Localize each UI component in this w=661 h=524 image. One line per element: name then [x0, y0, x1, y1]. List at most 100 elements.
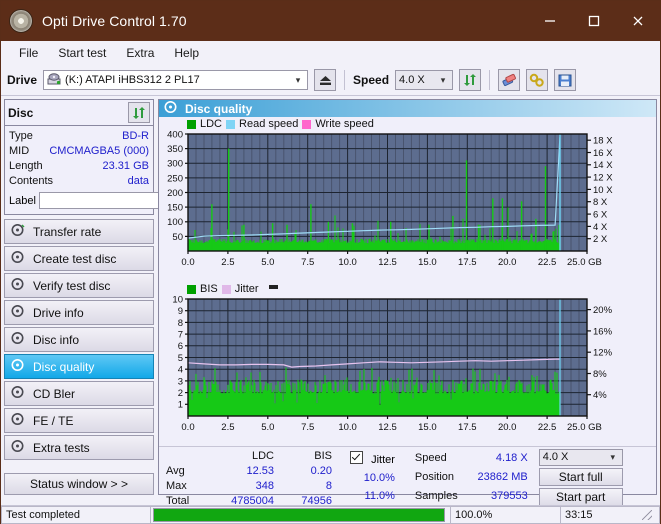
svg-text:10 X: 10 X: [593, 185, 613, 196]
table-row: Avg 12.53 0.20: [163, 464, 335, 479]
disc-test-icon: [11, 412, 25, 429]
svg-text:0.0: 0.0: [181, 257, 194, 268]
stats-header-row: LDC BIS: [163, 449, 335, 464]
legend-marker: [269, 285, 278, 289]
menu-bar: File Start test Extra Help: [1, 41, 660, 65]
sidebar-item-disc-info[interactable]: Disc info: [4, 327, 154, 352]
sidebar-item-label: FE / TE: [33, 414, 73, 428]
disc-row-mid-key: MID: [9, 144, 29, 158]
table-row: Max 348 8: [163, 479, 335, 494]
position-stat-value: 23862 MB: [461, 468, 531, 487]
disc-info-title: Disc: [8, 106, 33, 120]
tools-button[interactable]: [526, 69, 548, 91]
table-row: Samples 379553: [412, 487, 531, 506]
application-window: Opti Drive Control 1.70 File Start test …: [0, 0, 661, 524]
speed-select[interactable]: 4.0 X ▾: [395, 70, 453, 90]
test-speed-select[interactable]: 4.0 X ▾: [539, 449, 623, 466]
progress-percent: 100.0%: [451, 506, 561, 524]
position-stat-label: Position: [412, 468, 461, 487]
sidebar-item-drive-info[interactable]: Drive info: [4, 300, 154, 325]
jitter-max-value: 11.0%: [347, 488, 398, 506]
sidebar-item-label: Disc info: [33, 333, 79, 347]
svg-text:2: 2: [178, 388, 183, 399]
stats-row-max-label: Max: [163, 479, 209, 494]
status-window-button[interactable]: Status window > >: [4, 473, 154, 495]
drive-select[interactable]: (K:) ATAPI iHBS312 2 PL17 ▾: [43, 70, 308, 90]
sidebar-item-disc-quality[interactable]: Disc quality: [4, 354, 154, 379]
legend-swatch-ldc: [187, 120, 196, 129]
erase-button[interactable]: [498, 69, 520, 91]
jitter-checkbox-label: Jitter: [371, 454, 395, 466]
sidebar-item-extra-tests[interactable]: Extra tests: [4, 435, 154, 460]
chevron-down-icon: ▾: [291, 75, 305, 86]
disc-row-type-key: Type: [9, 129, 33, 143]
sidebar-item-transfer-rate[interactable]: Transfer rate: [4, 219, 154, 244]
svg-text:10: 10: [172, 294, 183, 305]
disc-row-length-key: Length: [9, 159, 43, 173]
menu-item-help[interactable]: Help: [164, 43, 209, 63]
disc-test-icon: [11, 223, 25, 240]
disc-row-mid: MID CMCMAGBA5 (000): [9, 144, 149, 158]
sidebar-item-fe-te[interactable]: FE / TE: [4, 408, 154, 433]
save-button[interactable]: [554, 69, 576, 91]
svg-text:22.5: 22.5: [538, 422, 557, 433]
sidebar-item-label: Disc quality: [33, 360, 94, 374]
start-part-button[interactable]: Start part: [539, 488, 623, 506]
elapsed-time: 33:15: [561, 506, 660, 524]
minimize-button[interactable]: [528, 1, 572, 41]
disc-row-mid-value: CMCMAGBA5 (000): [49, 144, 149, 158]
sidebar-item-label: Drive info: [33, 306, 84, 320]
disc-info-box: Disc Type BD-R MID CMCM: [4, 99, 154, 215]
menu-item-extra[interactable]: Extra: [116, 43, 164, 63]
panel-title: Disc quality: [185, 102, 252, 116]
eject-button[interactable]: [314, 69, 336, 91]
jitter-checkbox[interactable]: [350, 451, 363, 464]
jitter-header-row: Jitter: [347, 449, 398, 470]
start-full-button[interactable]: Start full: [539, 468, 623, 486]
disc-info-rows: Type BD-R MID CMCMAGBA5 (000) Length 23.…: [5, 126, 153, 214]
resize-grip-icon[interactable]: [642, 510, 652, 520]
svg-text:9: 9: [178, 306, 183, 317]
run-info-table: Speed 4.18 X Position 23862 MB Samples 3…: [412, 449, 531, 506]
progress-bar-fill: [154, 509, 444, 521]
sidebar-item-label: Transfer rate: [33, 225, 101, 239]
svg-text:10.0: 10.0: [338, 257, 357, 268]
sidebar-item-verify-test-disc[interactable]: Verify test disc: [4, 273, 154, 298]
disc-icon: [9, 9, 33, 33]
stats-row-max-bis: 8: [277, 479, 335, 494]
svg-text:17.5: 17.5: [458, 257, 477, 268]
legend-label-jitter: Jitter: [235, 283, 259, 295]
refresh-button[interactable]: [459, 69, 481, 91]
disc-row-contents: Contents data: [9, 174, 149, 188]
svg-text:25.0 GB: 25.0 GB: [567, 257, 602, 268]
svg-text:16%: 16%: [593, 326, 613, 337]
disc-test-icon: [11, 385, 25, 402]
main-content: Disc Type BD-R MID CMCM: [1, 96, 660, 495]
toolbar-separator: [489, 70, 490, 90]
samples-stat-label: Samples: [412, 487, 461, 506]
disc-refresh-button[interactable]: [128, 102, 150, 123]
legend-label-ldc: LDC: [200, 118, 222, 130]
stats-col-bis: BIS: [277, 449, 335, 464]
toolbar-separator: [344, 70, 345, 90]
svg-text:4 X: 4 X: [593, 222, 608, 233]
menu-item-start-test[interactable]: Start test: [48, 43, 116, 63]
ldc-chart[interactable]: 4003503002502001501005018 X16 X14 X12 X1…: [159, 130, 653, 278]
svg-text:16 X: 16 X: [593, 148, 613, 159]
maximize-button[interactable]: [572, 1, 616, 41]
svg-text:7.5: 7.5: [301, 422, 314, 433]
sidebar-item-create-test-disc[interactable]: Create test disc: [4, 246, 154, 271]
disc-test-icon: [11, 304, 25, 321]
disc-test-icon: [11, 277, 25, 294]
svg-text:10.0: 10.0: [338, 422, 357, 433]
jitter-stats-table: Jitter 10.0% 11.0%: [347, 449, 398, 506]
svg-text:8%: 8%: [593, 369, 607, 380]
sidebar-item-label: CD Bler: [33, 387, 75, 401]
svg-text:12.5: 12.5: [378, 257, 397, 268]
close-button[interactable]: [616, 1, 660, 41]
svg-text:7: 7: [178, 330, 183, 341]
menu-item-file[interactable]: File: [9, 43, 48, 63]
sidebar-item-cd-bler[interactable]: CD Bler: [4, 381, 154, 406]
bis-chart[interactable]: 1098765432120%16%12%8%4%0.02.55.07.510.0…: [159, 295, 653, 443]
legend-swatch-jitter: [222, 285, 231, 294]
